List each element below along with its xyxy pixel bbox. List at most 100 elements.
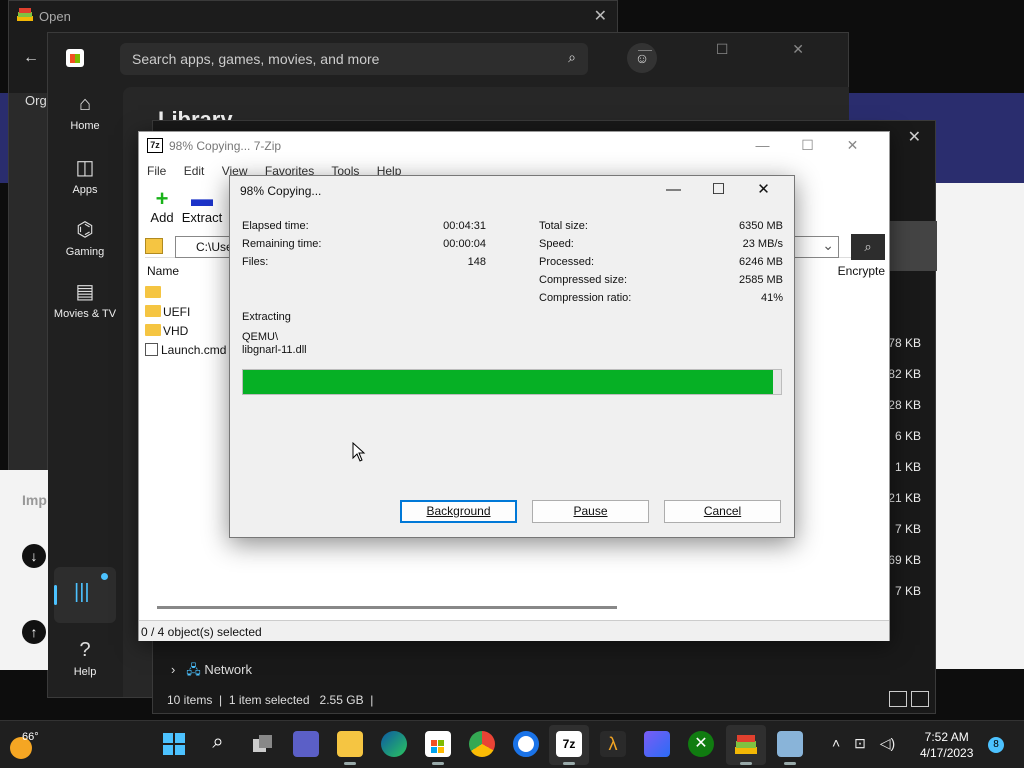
- browser-icon[interactable]: [513, 731, 539, 757]
- column-name[interactable]: Name: [147, 264, 179, 278]
- stat-label: Files:: [242, 256, 269, 268]
- folder-icon: [145, 286, 161, 298]
- open-window-title: Open: [39, 9, 71, 24]
- volume-icon[interactable]: ◁): [880, 735, 895, 751]
- nav-home[interactable]: ⌂ Home: [48, 93, 122, 132]
- movies-icon: ▤: [75, 281, 95, 303]
- store-search-input[interactable]: Search apps, games, movies, and more ⌕: [120, 43, 588, 75]
- open-close-button[interactable]: ✕: [594, 6, 607, 26]
- xbox-icon[interactable]: ✕: [688, 731, 714, 757]
- nav-network[interactable]: › 🖧 Network: [171, 661, 252, 683]
- horizontal-scrollbar[interactable]: [157, 606, 617, 609]
- download-icon[interactable]: ↓: [22, 544, 46, 568]
- nav-apps-label: Apps: [72, 184, 98, 196]
- progress-bar: [242, 369, 782, 395]
- file-name: Launch.cmd: [161, 343, 227, 357]
- 7zip-taskbar-icon[interactable]: 7z: [556, 731, 582, 765]
- folder-icon: [145, 324, 161, 336]
- close-icon[interactable]: ✕: [741, 180, 786, 198]
- progress-fill: [243, 370, 773, 394]
- library-icon: |||: [74, 581, 90, 603]
- list-item[interactable]: VHD: [145, 324, 188, 338]
- minimize-icon[interactable]: —: [651, 181, 696, 198]
- file-size: 78 KB: [888, 336, 921, 350]
- explorer-close-button[interactable]: ✕: [908, 127, 921, 147]
- back-arrow-icon[interactable]: ←: [23, 49, 39, 67]
- cancel-button[interactable]: Cancel: [664, 500, 781, 523]
- clock[interactable]: 7:52 AM 4/17/2023: [920, 729, 973, 761]
- help-icon: ?: [79, 639, 91, 661]
- elapsed-time: 00:04:31: [443, 220, 486, 232]
- bluestacks-icon[interactable]: [733, 731, 759, 765]
- nav-gaming[interactable]: ⌬ Gaming: [48, 217, 122, 258]
- item-count: 10 items: [167, 693, 213, 707]
- minimize-icon[interactable]: —: [740, 137, 785, 153]
- teams-chat-icon[interactable]: [293, 731, 319, 757]
- file-explorer-icon[interactable]: [337, 731, 363, 765]
- menu-file[interactable]: File: [147, 164, 166, 178]
- task-view-icon[interactable]: [250, 731, 276, 757]
- maximize-icon[interactable]: ☐: [785, 137, 830, 154]
- notification-badge[interactable]: 8: [988, 737, 1004, 753]
- nav-help-label: Help: [73, 666, 97, 678]
- resource-monitor-icon[interactable]: [777, 731, 803, 765]
- mouse-cursor-icon: [352, 442, 366, 462]
- tiles-view-icon[interactable]: [911, 691, 929, 707]
- selected-count: 1 item selected: [228, 693, 310, 707]
- list-item[interactable]: Launch.cmd: [145, 343, 226, 357]
- app-icon[interactable]: [644, 731, 670, 757]
- nav-movies-label: Movies & TV: [53, 308, 117, 320]
- explorer-status-bar: 10 items | 1 item selected 2.55 GB |: [167, 693, 374, 707]
- store-icon[interactable]: [425, 731, 451, 765]
- 7zip-window-title: 98% Copying... 7-Zip: [169, 139, 282, 153]
- half-life-icon[interactable]: λ: [600, 731, 626, 757]
- chrome-icon[interactable]: [469, 731, 495, 757]
- search-icon[interactable]: ⌕: [205, 731, 231, 757]
- maximize-icon[interactable]: ☐: [696, 180, 741, 198]
- update-dot: [101, 573, 108, 580]
- chevron-right-icon[interactable]: ›: [171, 662, 175, 677]
- nav-help[interactable]: ? Help: [48, 639, 122, 678]
- close-icon[interactable]: ✕: [830, 137, 875, 154]
- speed: 23 MB/s: [742, 238, 783, 250]
- nav-library[interactable]: |||: [54, 567, 116, 623]
- list-item[interactable]: [145, 286, 163, 300]
- background-button[interactable]: Background: [400, 500, 517, 523]
- store-window-controls[interactable]: — ☐ ✕: [638, 41, 834, 58]
- column-encrypted[interactable]: Encrypte: [838, 264, 885, 278]
- list-item[interactable]: UEFI: [145, 305, 190, 319]
- dialog-window-controls[interactable]: — ☐ ✕: [651, 180, 786, 198]
- network-label: Network: [204, 662, 252, 677]
- dialog-title: 98% Copying...: [240, 184, 322, 198]
- file-count: 148: [467, 256, 486, 268]
- stat-label: Total size:: [539, 220, 588, 232]
- file-size: 21 KB: [888, 491, 921, 505]
- folder-up-icon[interactable]: [145, 238, 163, 254]
- chevron-up-icon[interactable]: ˄: [832, 735, 840, 751]
- script-file-icon: [145, 343, 158, 356]
- current-file: libgnarl-11.dll: [242, 344, 307, 356]
- edge-icon[interactable]: [381, 731, 407, 757]
- file-size: 1 KB: [894, 460, 921, 474]
- view-toggle[interactable]: [885, 691, 929, 710]
- details-view-icon[interactable]: [889, 691, 907, 707]
- pause-button[interactable]: Pause: [532, 500, 649, 523]
- compressed-size: 2585 MB: [738, 274, 783, 286]
- current-directory: QEMU\: [242, 331, 279, 343]
- open-sidebar: [9, 93, 49, 473]
- system-tray: ˄ ⊡ ◁): [832, 735, 905, 752]
- search-icon[interactable]: ⌕: [851, 234, 885, 260]
- nav-apps[interactable]: ◫ Apps: [48, 155, 122, 196]
- upload-icon[interactable]: ↑: [22, 620, 46, 644]
- menu-edit[interactable]: Edit: [184, 164, 205, 178]
- extract-button[interactable]: ▬ Extract: [179, 188, 225, 226]
- search-icon[interactable]: ⌕: [568, 49, 576, 66]
- start-button[interactable]: [161, 731, 187, 757]
- file-size: 7 KB: [894, 522, 921, 536]
- gaming-icon: ⌬: [76, 219, 94, 241]
- nav-movies[interactable]: ▤ Movies & TV: [48, 279, 122, 320]
- store-left-panel: Imp ↓ ↑: [0, 470, 48, 670]
- network-status-icon[interactable]: ⊡: [854, 735, 866, 751]
- apps-icon: ◫: [75, 157, 95, 179]
- 7zip-window-controls[interactable]: — ☐ ✕: [740, 137, 875, 154]
